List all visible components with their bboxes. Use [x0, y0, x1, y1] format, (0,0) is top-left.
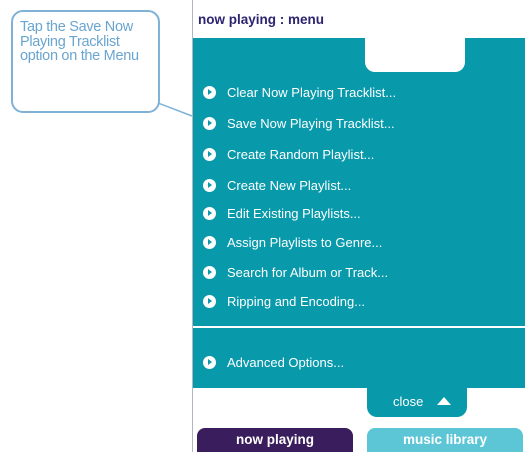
menu-item-create-new-playlist[interactable]: Create New Playlist... [203, 175, 351, 195]
menu-item-edit-playlists[interactable]: Edit Existing Playlists... [203, 203, 361, 223]
menu-item-advanced-options[interactable]: Advanced Options... [203, 352, 344, 372]
play-bullet-icon [203, 294, 216, 308]
menu-item-ripping-encoding[interactable]: Ripping and Encoding... [203, 291, 365, 311]
menu-item-label: Clear Now Playing Tracklist... [227, 84, 397, 100]
page-title: now playing : menu [198, 12, 325, 27]
menu-item-search[interactable]: Search for Album or Track... [203, 262, 388, 282]
menu-item-clear-tracklist[interactable]: Clear Now Playing Tracklist... [203, 82, 396, 102]
play-bullet-icon [203, 116, 216, 130]
play-bullet-icon [203, 355, 216, 369]
callout-text: Tap the Save Now Playing Tracklist optio… [20, 19, 139, 64]
play-bullet-icon [203, 147, 216, 161]
header-bar: now playing : menu [193, 0, 525, 38]
play-bullet-icon [203, 85, 216, 99]
close-button[interactable]: close [367, 387, 467, 417]
play-bullet-icon [203, 206, 216, 220]
close-row: close [193, 387, 525, 418]
callout-pointer [158, 103, 193, 117]
menu-item-label: Advanced Options... [227, 354, 345, 370]
menu-item-label: Create New Playlist... [227, 177, 352, 193]
close-label: close [393, 394, 424, 409]
menu-item-assign-genre[interactable]: Assign Playlists to Genre... [203, 232, 382, 252]
menu-item-label: Create Random Playlist... [227, 146, 375, 162]
menu-item-label: Edit Existing Playlists... [227, 205, 361, 221]
menu-item-create-random-playlist[interactable]: Create Random Playlist... [203, 144, 374, 164]
tab-music-library[interactable]: music library [367, 428, 523, 452]
menu-item-label: Save Now Playing Tracklist... [227, 115, 395, 131]
menu-item-label: Ripping and Encoding... [227, 293, 366, 309]
arrow-up-icon [437, 397, 451, 405]
menu-item-save-tracklist[interactable]: Save Now Playing Tracklist... [203, 113, 395, 133]
menu-top-band [193, 38, 525, 76]
play-bullet-icon [203, 235, 216, 249]
menu-item-label: Assign Playlists to Genre... [227, 234, 383, 250]
tab-now-playing[interactable]: now playing [197, 428, 353, 452]
menu-notch [365, 38, 465, 72]
menu-item-label: Search for Album or Track... [227, 264, 389, 280]
device-screen: now playing : menu Clear Now Playing Tra… [192, 0, 525, 452]
play-bullet-icon [203, 178, 216, 192]
play-bullet-icon [203, 265, 216, 279]
